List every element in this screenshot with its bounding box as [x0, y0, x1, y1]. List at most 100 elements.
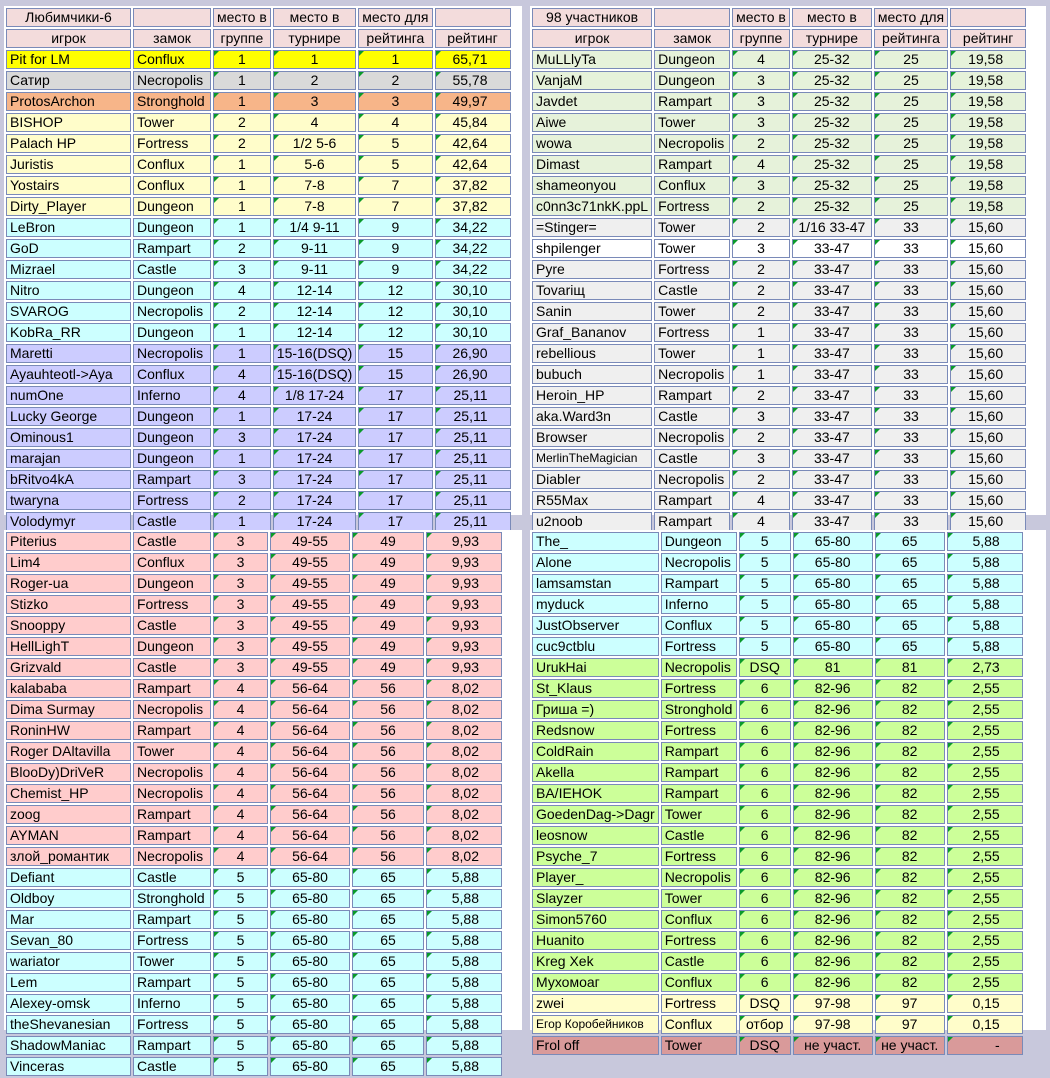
- castle-cell: Castle: [133, 616, 211, 635]
- table-row: bubuch Necropolis 1 33-47 33 15,60: [532, 365, 1027, 384]
- table-row: Dimast Rampart 4 25-32 25 19,58: [532, 155, 1027, 174]
- group-place-cell: 5: [213, 994, 268, 1013]
- castle-cell: Rampart: [660, 784, 737, 803]
- rating-cell: 15,60: [950, 512, 1027, 531]
- castle-cell: Dungeon: [133, 281, 211, 300]
- rating-place-cell: 12: [358, 302, 433, 321]
- rating-cell: 8,02: [426, 826, 502, 845]
- castle-cell: Tower: [654, 218, 731, 237]
- rating-cell: 2,55: [946, 973, 1023, 992]
- group-place-cell: 2: [732, 134, 790, 153]
- tour-place-cell: 49-55: [270, 553, 350, 572]
- rating-place-cell: 15: [358, 344, 433, 363]
- tour-place-cell: 33-47: [791, 407, 872, 426]
- rating-cell: -: [946, 1036, 1023, 1055]
- rating-place-cell: 65: [352, 931, 424, 950]
- table-bottom-left: Piterius Castle 3 49-55 49 9,93 Lim4 Conflux 3 49…: [4, 530, 504, 1078]
- castle-cell: Fortress: [660, 721, 737, 740]
- player-cell: The_: [532, 532, 659, 551]
- rating-place-cell: 65: [874, 616, 945, 635]
- player-cell: St_Klaus: [532, 679, 659, 698]
- player-cell: Lim4: [6, 553, 131, 572]
- tour-place-cell: 2: [272, 71, 357, 90]
- player-cell: Volodymyr: [6, 512, 131, 531]
- player-cell: Pit for LM: [6, 50, 131, 69]
- player-cell: Kreg Xek: [532, 952, 659, 971]
- castle-cell: Dungeon: [133, 218, 211, 237]
- table-row: UrukHai Necropolis DSQ 81 81 2,73: [532, 658, 1023, 677]
- table-row: Yostairs Conflux 1 7-8 7 37,82: [6, 176, 511, 195]
- group-place-cell: 1: [213, 218, 271, 237]
- rating-cell: 9,93: [426, 658, 502, 677]
- table-row: zoog Rampart 4 56-64 56 8,02: [6, 805, 502, 824]
- group-place-cell: 3: [732, 407, 790, 426]
- table-row: Frol off Tower DSQ не участ. не участ. -: [532, 1036, 1023, 1055]
- table-row: GoedenDag->Dagr Tower 6 82-96 82 2,55: [532, 805, 1023, 824]
- player-cell: Mar: [6, 910, 131, 929]
- player-cell: ColdRain: [532, 742, 659, 761]
- table-row: wariator Tower 5 65-80 65 5,88: [6, 952, 502, 971]
- group-place-cell: 4: [213, 742, 268, 761]
- group-place-cell: 6: [738, 931, 791, 950]
- rating-cell: 9,93: [426, 553, 502, 572]
- rating-cell: 15,60: [950, 260, 1027, 279]
- rating-cell: 19,58: [950, 113, 1027, 132]
- rating-place-cell: 5: [358, 155, 433, 174]
- rating-place-cell: 82: [874, 973, 945, 992]
- rating-place-cell: 56: [352, 721, 424, 740]
- castle-cell: Rampart: [660, 574, 737, 593]
- rating-cell: 9,93: [426, 574, 502, 593]
- player-cell: Гриша =): [532, 700, 659, 719]
- group-place-cell: 3: [213, 428, 271, 447]
- group-place-cell: 5: [213, 1036, 268, 1055]
- table-row: Psyche_7 Fortress 6 82-96 82 2,55: [532, 847, 1023, 866]
- castle-cell: Fortress: [660, 931, 737, 950]
- rating-cell: 15,60: [950, 449, 1027, 468]
- castle-cell: Rampart: [133, 239, 211, 258]
- rating-place-cell: 56: [352, 805, 424, 824]
- table-row: Piterius Castle 3 49-55 49 9,93: [6, 532, 502, 551]
- rating-cell: 5,88: [426, 1057, 502, 1076]
- group-place-cell: 2: [213, 491, 271, 510]
- castle-cell: Fortress: [133, 491, 211, 510]
- player-cell: Piterius: [6, 532, 131, 551]
- player-cell: JustObserver: [532, 616, 659, 635]
- castle-cell: Necropolis: [133, 763, 211, 782]
- player-cell: Lucky George: [6, 407, 131, 426]
- group-place-cell: 1: [213, 512, 271, 531]
- group-place-cell: 5: [213, 931, 268, 950]
- player-cell: Yostairs: [6, 176, 131, 195]
- rating-cell: 2,55: [946, 742, 1023, 761]
- table-row: Lem Rampart 5 65-80 65 5,88: [6, 973, 502, 992]
- header-title: Любимчики-6: [6, 8, 131, 27]
- group-place-cell: 3: [732, 239, 790, 258]
- group-place-cell: 4: [732, 512, 790, 531]
- tour-place-cell: 56-64: [270, 721, 350, 740]
- rating-place-cell: 65: [874, 595, 945, 614]
- castle-cell: Conflux: [133, 553, 211, 572]
- castle-cell: Rampart: [133, 910, 211, 929]
- rating-place-cell: 82: [874, 700, 945, 719]
- table-row: Ayauhteotl->Aya Conflux 4 15-16(DSQ) 15 26,90: [6, 365, 511, 384]
- rating-cell: 8,02: [426, 763, 502, 782]
- castle-cell: Rampart: [133, 1036, 211, 1055]
- rating-place-cell: 33: [873, 470, 949, 489]
- table-row: ProtosArchon Stronghold 1 3 3 49,97: [6, 92, 511, 111]
- castle-cell: Fortress: [133, 134, 211, 153]
- group-place-cell: 5: [738, 595, 791, 614]
- table-row: MuLLlyTa Dungeon 4 25-32 25 19,58: [532, 50, 1027, 69]
- castle-cell: Dungeon: [654, 50, 731, 69]
- tour-place-cell: 33-47: [791, 323, 872, 342]
- castle-cell: Rampart: [133, 470, 211, 489]
- tour-place-cell: 33-47: [791, 428, 872, 447]
- table-row: GoD Rampart 2 9-11 9 34,22: [6, 239, 511, 258]
- tour-place-cell: 17-24: [272, 470, 357, 489]
- tour-place-cell: 82-96: [792, 805, 873, 824]
- tour-place-cell: 1/2 5-6: [272, 134, 357, 153]
- rating-place-cell: 15: [358, 365, 433, 384]
- rating-cell: 25,11: [434, 386, 511, 405]
- player-cell: wariator: [6, 952, 131, 971]
- rating-place-cell: 56: [352, 847, 424, 866]
- tour-place-cell: 12-14: [272, 323, 357, 342]
- player-cell: Chemist_HP: [6, 784, 131, 803]
